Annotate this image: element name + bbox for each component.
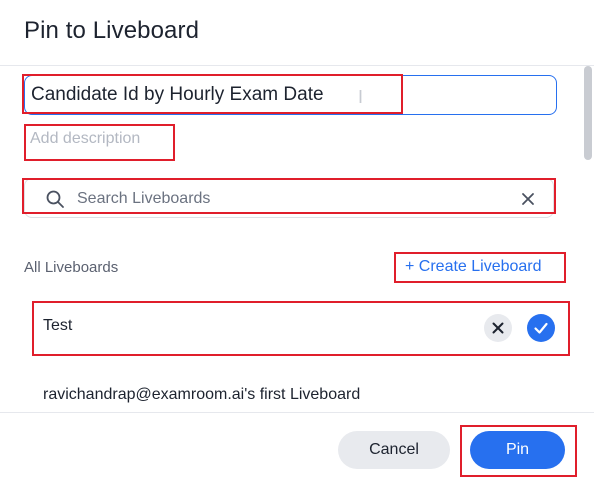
close-icon [492,322,504,334]
liveboard-name-input[interactable] [24,75,557,115]
cancel-button[interactable]: Cancel [338,431,450,469]
liveboard-list-item[interactable]: ravichandrap@examroom.ai's first Liveboa… [24,371,570,412]
footer-divider [0,412,594,413]
pin-to-liveboard-dialog: Pin to Liveboard I All Liveboards + Crea… [0,0,594,482]
pin-button[interactable]: Pin [470,431,565,469]
liveboard-label: ravichandrap@examroom.ai's first Liveboa… [43,386,361,403]
liveboard-label: Test [43,317,73,334]
close-icon[interactable] [520,191,536,207]
scrollbar[interactable] [584,66,592,412]
all-liveboards-label: All Liveboards [24,259,119,276]
create-liveboard-link[interactable]: + Create Liveboard [405,258,542,276]
search-input[interactable] [77,187,497,211]
selected-check-button[interactable] [527,314,555,342]
liveboard-list-item[interactable]: Test [24,302,570,354]
check-icon [534,322,548,334]
description-input[interactable] [26,126,166,152]
search-icon [46,190,64,208]
text-cursor-icon: I [358,87,364,107]
search-liveboards-field[interactable] [24,178,554,218]
scrollbar-thumb[interactable] [584,66,592,160]
dialog-title: Pin to Liveboard [24,17,200,44]
deselect-button[interactable] [484,314,512,342]
dialog-body: I All Liveboards + Create Liveboard Test [0,66,594,412]
